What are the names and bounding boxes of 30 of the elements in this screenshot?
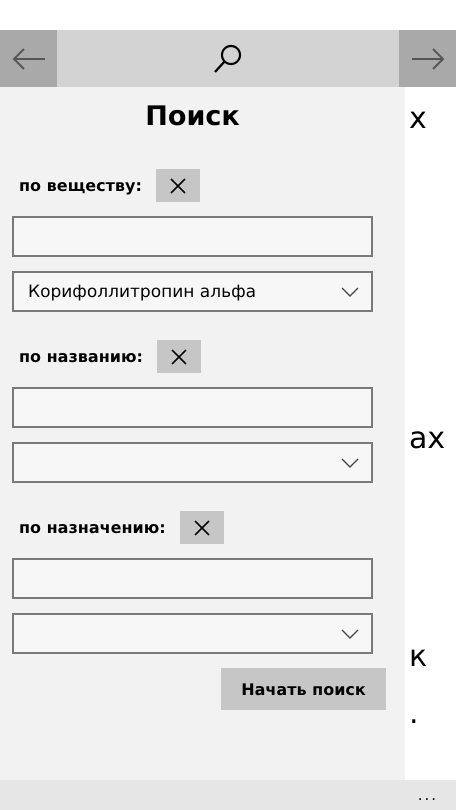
forward-arrow-icon — [410, 48, 444, 70]
page-text: к — [409, 639, 428, 675]
input-field[interactable] — [12, 216, 373, 257]
clear-button[interactable] — [180, 511, 224, 544]
page-text: . — [409, 696, 420, 732]
start-search-button[interactable]: Начать поиск — [221, 668, 386, 710]
chevron-icon — [341, 286, 359, 296]
input-field[interactable] — [12, 558, 373, 599]
clear-button[interactable] — [156, 169, 200, 202]
close-icon — [194, 520, 210, 536]
forward-button[interactable] — [399, 30, 456, 87]
page-text: х — [409, 101, 428, 137]
dropdown[interactable]: Корифоллитропин альфа — [12, 271, 373, 312]
close-icon — [170, 348, 187, 364]
back-arrow-icon — [12, 48, 46, 70]
search-icon[interactable] — [212, 42, 244, 74]
dropdown[interactable] — [12, 613, 373, 654]
chevron-icon — [341, 458, 359, 468]
dropdown[interactable] — [12, 442, 373, 483]
close-icon — [170, 178, 186, 194]
panel-title: Поиск — [144, 100, 241, 134]
clear-button[interactable] — [156, 340, 201, 373]
filter-label: по веществу: — [19, 176, 142, 195]
more-button[interactable]: ... — [418, 786, 438, 804]
filter-label: по названию: — [19, 347, 143, 366]
page-text: ах — [409, 421, 446, 457]
chevron-icon — [341, 628, 359, 638]
filter-label: по назначению: — [19, 518, 166, 537]
back-button[interactable] — [0, 30, 57, 87]
input-field[interactable] — [12, 387, 373, 428]
